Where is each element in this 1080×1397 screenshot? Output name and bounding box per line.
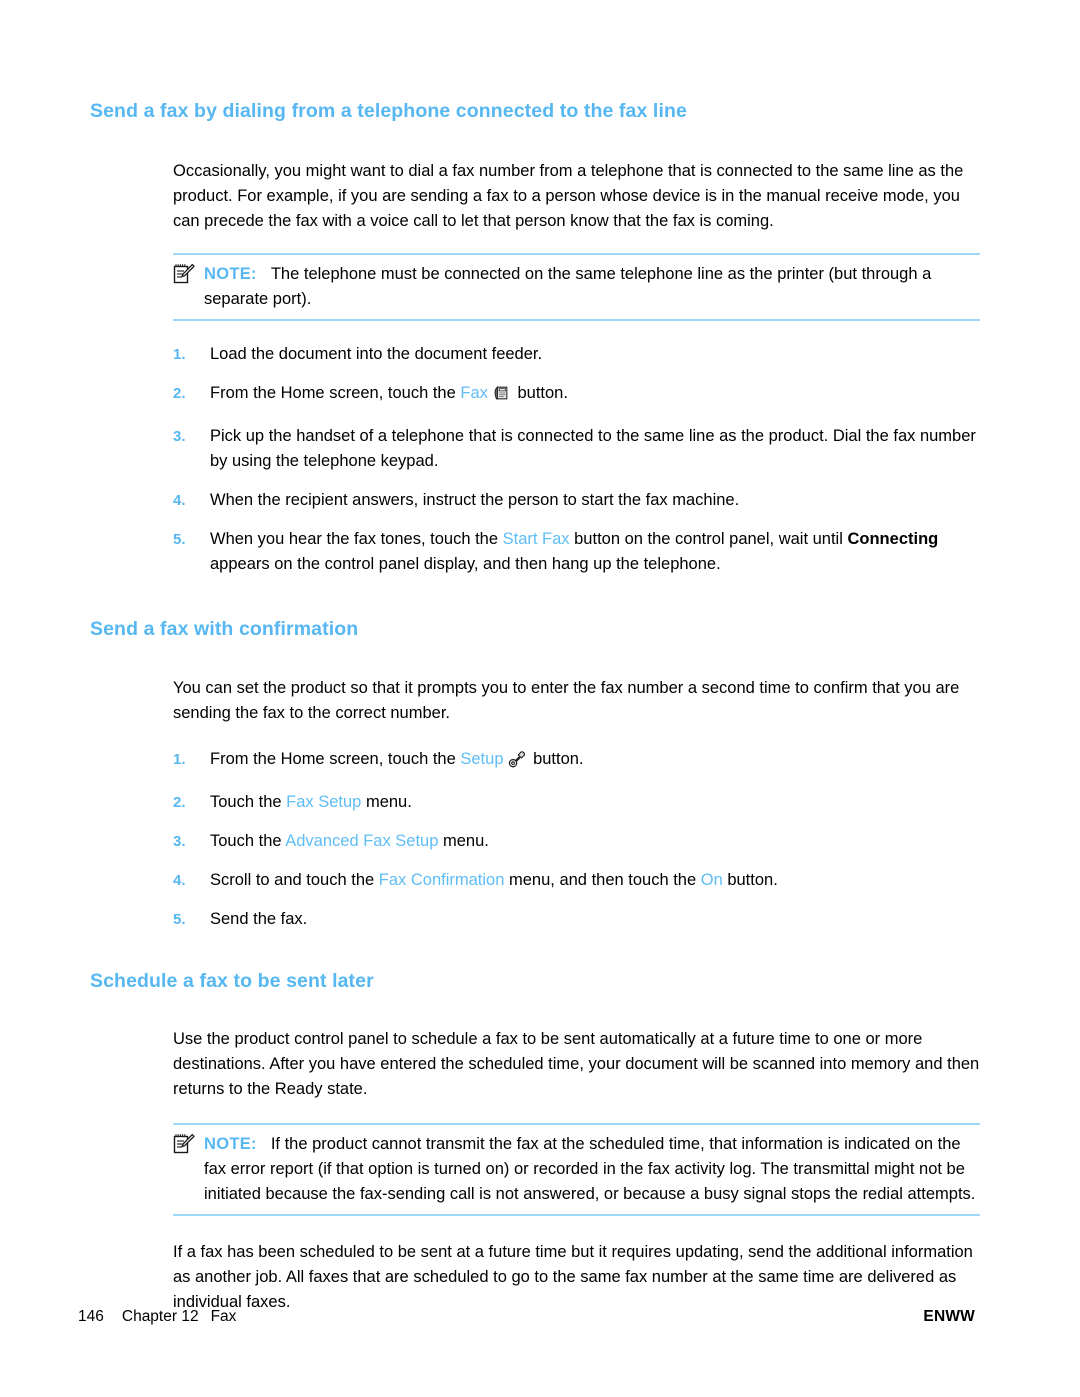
step-text: Pick up the handset of a telephone that … [210, 427, 976, 471]
page-title: Send a fax by dialing from a telephone c… [90, 100, 687, 122]
list-item: 3. Pick up the handset of a telephone th… [173, 424, 980, 474]
step-text: Send the fax. [210, 909, 308, 928]
list-item: 2. Touch the Fax Setup menu. [173, 790, 980, 815]
page-number: 146 [78, 1308, 104, 1325]
page-content: Send a fax by dialing from a telephone c… [90, 100, 980, 1315]
note-pencil-icon [173, 263, 195, 285]
list-item: 3. Touch the Advanced Fax Setup menu. [173, 829, 980, 854]
section-3-intro: Use the product control panel to schedul… [173, 1030, 980, 1099]
step-text-post: menu, and then touch the [504, 870, 701, 889]
step-text-post: button. [528, 749, 584, 768]
section-1-intro-block: Occasionally, you might want to dial a f… [173, 159, 980, 234]
footer-chapter: Chapter 12 [121, 1308, 199, 1325]
section-3-outro: If a fax has been scheduled to be sent a… [173, 1243, 973, 1312]
step-number: 4. [173, 871, 186, 889]
section-3-intro-block: Use the product control panel to schedul… [173, 1027, 980, 1102]
list-item: 2. From the Home screen, touch the Fax bu… [173, 381, 980, 410]
step-number: 3. [173, 428, 186, 446]
page-footer: 146 Chapter 12 Fax ENWW [78, 1308, 1002, 1330]
ui-term-fax-setup: Fax Setup [286, 792, 362, 811]
step-number: 3. [173, 832, 186, 850]
section-2-intro-block: You can set the product so that it promp… [173, 676, 980, 726]
note-pencil-icon [173, 1133, 195, 1155]
section-1-intro: Occasionally, you might want to dial a f… [173, 162, 964, 231]
ui-term-fax-confirmation: Fax Confirmation [378, 870, 505, 889]
step-text-post2: appears on the control panel display, an… [210, 555, 721, 574]
step-number: 2. [173, 385, 186, 403]
step-text-post: button. [512, 384, 568, 403]
step-number: 4. [173, 492, 186, 510]
status-text-connecting: Connecting [847, 530, 939, 549]
step-text: Scroll to and touch the [210, 870, 379, 889]
section-3-outro-block: If a fax has been scheduled to be sent a… [173, 1240, 980, 1315]
step-text: Touch the [210, 792, 287, 811]
step-number: 2. [173, 793, 186, 811]
ui-term-start-fax: Start Fax [502, 530, 570, 549]
ui-term-on: On [700, 870, 723, 889]
step-text-post2: button. [722, 870, 778, 889]
document-page: Send a fax by dialing from a telephone c… [0, 0, 1080, 1397]
note-text-2: If the product cannot transmit the fax a… [204, 1135, 976, 1204]
step-number: 5. [173, 531, 186, 549]
step-number: 1. [173, 750, 186, 768]
note-box-2: NOTE: If the product cannot transmit the … [173, 1123, 980, 1217]
note-box-1: NOTE: The telephone must be connected on … [173, 253, 980, 322]
step-text: From the Home screen, touch the [210, 749, 461, 768]
step-text: Touch the [210, 831, 286, 850]
list-item: 4. Scroll to and touch the Fax Confirmati… [173, 868, 980, 893]
step-number: 5. [173, 910, 186, 928]
step-text: Load the document into the document feed… [210, 345, 543, 364]
ui-term-fax: Fax [460, 384, 488, 403]
note-label-2: NOTE: [204, 1135, 257, 1154]
step-text-post: menu. [438, 831, 489, 850]
list-item: 5. Send the fax. [173, 907, 980, 932]
section-1-steps: 1. Load the document into the document f… [173, 342, 980, 577]
section-heading-send-fax-confirmation: Send a fax with confirmation [90, 618, 359, 641]
section-2-intro: You can set the product so that it promp… [173, 678, 960, 722]
step-number: 1. [173, 346, 186, 364]
list-item: 1. From the Home screen, touch the Setup [173, 747, 980, 776]
step-text-post: button on the control panel, wait until [569, 530, 848, 549]
list-item: 4. When the recipient answers, instruct … [173, 488, 980, 513]
fax-machine-icon [492, 384, 510, 410]
list-item: 5. When you hear the fax tones, touch the… [173, 527, 980, 577]
section-heading-schedule-fax: Schedule a fax to be sent later [90, 969, 374, 992]
step-text-post: menu. [361, 792, 412, 811]
ui-term-advanced-fax-setup: Advanced Fax Setup [285, 831, 439, 850]
step-text: When the recipient answers, instruct the… [210, 491, 740, 510]
note-text-1: The telephone must be connected on the s… [204, 265, 932, 309]
footer-chapter-topic: Fax [210, 1308, 237, 1325]
step-text: When you hear the fax tones, touch the [210, 530, 503, 549]
wrench-gear-icon [508, 750, 526, 776]
ui-term-setup: Setup [460, 749, 504, 768]
footer-left: 146 Chapter 12 Fax [78, 1308, 236, 1326]
list-item: 1. Load the document into the document f… [173, 342, 980, 367]
note-label-1: NOTE: [204, 265, 257, 284]
step-text: From the Home screen, touch the [210, 384, 461, 403]
footer-right: ENWW [923, 1308, 975, 1325]
section-2-steps: 1. From the Home screen, touch the Setup [173, 747, 980, 932]
